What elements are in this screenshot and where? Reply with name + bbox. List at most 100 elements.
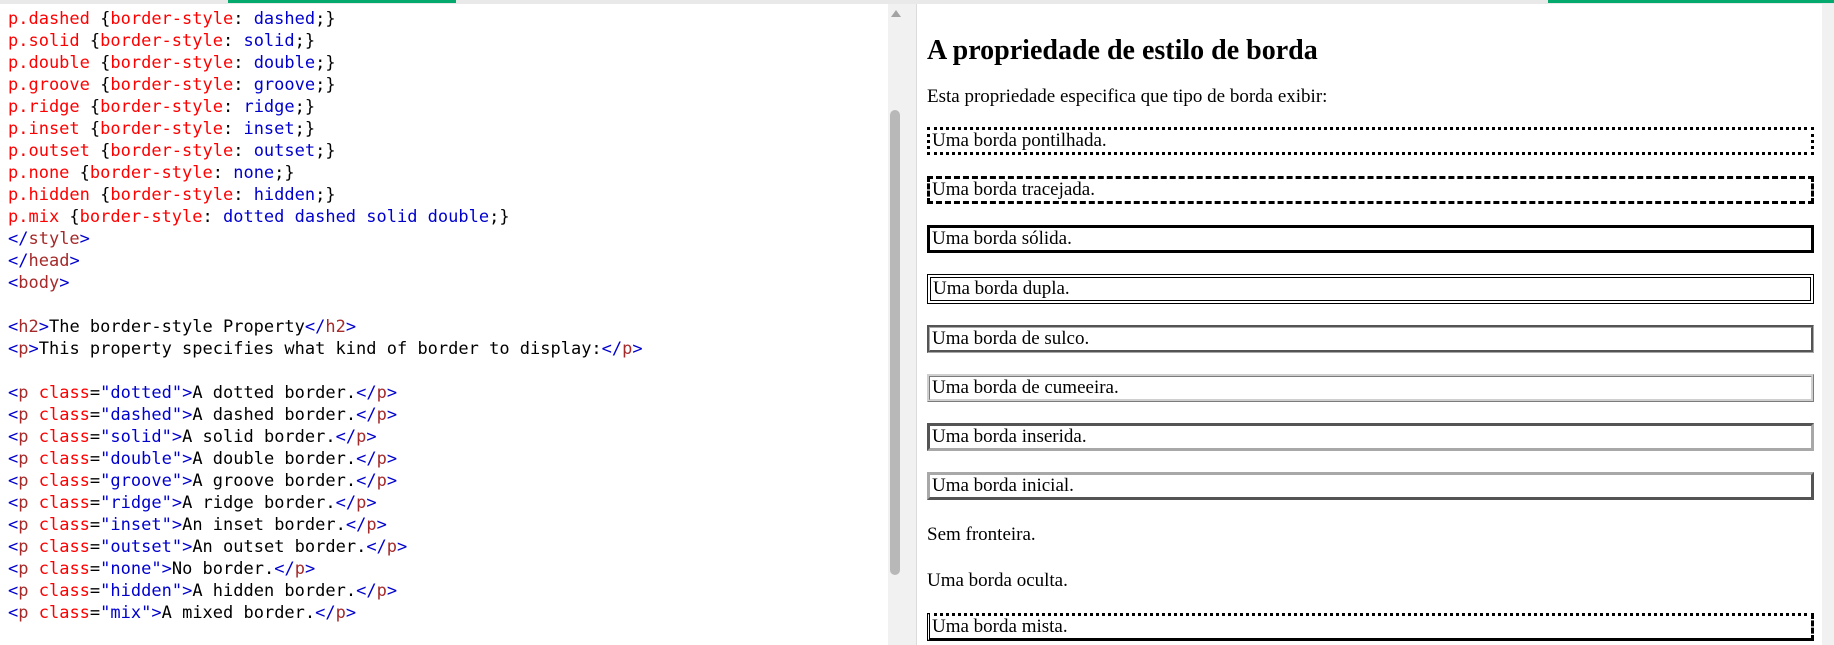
code-line[interactable]: <p class="hidden">A hidden border.</p> <box>8 580 643 602</box>
code-token: > <box>182 471 193 491</box>
code-token: p <box>335 603 346 623</box>
code-editor[interactable]: p.dashed {border-style: dashed;} p.solid … <box>0 4 888 645</box>
code-token: head <box>28 251 70 271</box>
code-line[interactable]: p.groove {border-style: groove;} <box>8 74 643 96</box>
code-content[interactable]: p.dashed {border-style: dashed;} p.solid … <box>8 8 643 624</box>
code-token: p <box>376 449 387 469</box>
code-line[interactable]: <p>This property specifies what kind of … <box>8 338 643 360</box>
code-token: < <box>8 559 19 579</box>
code-token: outset <box>253 141 316 161</box>
code-token: p <box>18 537 39 557</box>
code-line[interactable]: p.inset {border-style: inset;} <box>8 118 643 140</box>
code-token: ;} <box>315 141 336 161</box>
code-line[interactable]: p.hidden {border-style: hidden;} <box>8 184 643 206</box>
code-line[interactable]: p.ridge {border-style: ridge;} <box>8 96 643 118</box>
scroll-up-icon[interactable] <box>891 10 901 17</box>
code-token: = <box>89 471 101 491</box>
code-token: = <box>89 449 101 469</box>
code-line[interactable]: <body> <box>8 272 643 294</box>
code-line[interactable]: p.none {border-style: none;} <box>8 162 643 184</box>
code-line[interactable]: <p class="ridge">A ridge border.</p> <box>8 492 643 514</box>
code-token: class <box>38 515 90 535</box>
code-token: { <box>79 163 90 183</box>
code-token: "ridge" <box>100 493 172 513</box>
code-line[interactable]: <h2>The border-style Property</h2> <box>8 316 643 338</box>
code-token: > <box>632 339 643 359</box>
code-token: = <box>89 493 101 513</box>
code-token: class <box>38 581 90 601</box>
code-token: > <box>171 515 183 535</box>
code-token: < <box>8 471 19 491</box>
code-token: "groove" <box>100 471 183 491</box>
code-token: > <box>69 251 80 271</box>
code-token: ;} <box>315 9 336 29</box>
code-line[interactable]: </head> <box>8 250 643 272</box>
code-token: class <box>38 559 90 579</box>
code-token: < <box>8 581 19 601</box>
code-token: </ <box>8 229 29 249</box>
code-line[interactable]: <p class="groove">A groove border.</p> <box>8 470 643 492</box>
code-token: hidden <box>253 185 316 205</box>
code-line[interactable]: p.solid {border-style: solid;} <box>8 30 643 52</box>
code-line[interactable]: <p class="none">No border.</p> <box>8 558 643 580</box>
code-token: "none" <box>100 559 162 579</box>
code-token: A ridge border. <box>182 493 336 513</box>
code-token: border-style <box>100 31 223 51</box>
code-token: groove <box>253 75 316 95</box>
code-token: p <box>294 559 305 579</box>
code-line[interactable]: <p class="double">A double border.</p> <box>8 448 643 470</box>
code-token: inset <box>243 119 295 139</box>
code-token: border-style <box>79 207 203 227</box>
code-token: > <box>386 405 398 425</box>
code-line[interactable]: <p class="inset">An inset border.</p> <box>8 514 643 536</box>
code-token: > <box>28 339 39 359</box>
code-token: { <box>89 119 101 139</box>
code-line[interactable]: p.mix {border-style: dotted dashed solid… <box>8 206 643 228</box>
code-token: { <box>69 207 80 227</box>
code-line[interactable]: </style> <box>8 228 643 250</box>
code-line[interactable]: p.outset {border-style: outset;} <box>8 140 643 162</box>
code-token: </ <box>356 581 377 601</box>
code-token: : <box>233 141 254 161</box>
code-token: h2 <box>18 317 39 337</box>
code-token: { <box>100 185 111 205</box>
code-line[interactable]: <p class="solid">A solid border.</p> <box>8 426 643 448</box>
scroll-thumb[interactable] <box>890 110 900 575</box>
preview-heading: A propriedade de estilo de borda <box>927 35 1318 66</box>
code-token: An inset border. <box>182 515 346 535</box>
code-line[interactable] <box>8 360 643 382</box>
code-token: dotted dashed solid double <box>222 207 490 227</box>
editor-scrollbar[interactable] <box>888 4 902 645</box>
code-token: p <box>356 493 367 513</box>
border-paragraph-dotted: Uma borda pontilhada. <box>927 127 1814 155</box>
code-token: p.solid <box>8 31 90 51</box>
code-token: : <box>202 207 223 227</box>
code-token: < <box>8 405 19 425</box>
code-token: border-style <box>100 97 223 117</box>
code-token: No border. <box>171 559 275 579</box>
code-line[interactable]: <p class="dashed">A dashed border.</p> <box>8 404 643 426</box>
code-token: double <box>253 53 316 73</box>
code-token: style <box>28 229 80 249</box>
code-token: border-style <box>110 53 234 73</box>
code-token: p <box>18 383 39 403</box>
code-token: p.outset <box>8 141 101 161</box>
code-token: </ <box>335 493 357 513</box>
code-token: </ <box>356 449 377 469</box>
code-token: p <box>18 449 39 469</box>
code-token: </ <box>366 537 387 557</box>
code-token: This property specifies what kind of bor… <box>38 339 602 359</box>
code-line[interactable]: <p class="mix">A mixed border.</p> <box>8 602 643 624</box>
tab-indicator <box>228 0 456 3</box>
code-token: The border-style Property <box>48 317 305 337</box>
code-token: ridge <box>243 97 295 117</box>
code-line[interactable]: p.dashed {border-style: dashed;} <box>8 8 643 30</box>
code-line[interactable]: <p class="outset">An outset border.</p> <box>8 536 643 558</box>
code-token: class <box>38 449 90 469</box>
code-line[interactable]: p.double {border-style: double;} <box>8 52 643 74</box>
code-token: "inset" <box>100 515 172 535</box>
code-line[interactable] <box>8 294 643 316</box>
pane-divider[interactable] <box>902 4 916 645</box>
code-token: : <box>233 75 254 95</box>
code-line[interactable]: <p class="dotted">A dotted border.</p> <box>8 382 643 404</box>
